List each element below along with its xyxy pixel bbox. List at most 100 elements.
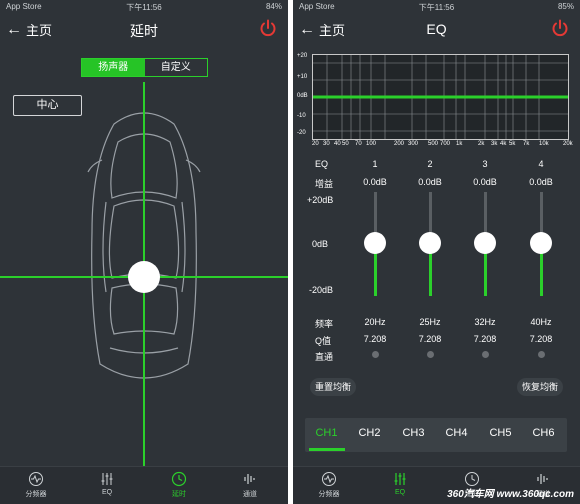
nav-bar: ← 主页 延时 bbox=[0, 16, 288, 44]
band-q[interactable]: 7.208 bbox=[355, 334, 395, 344]
eq-response-graph bbox=[312, 54, 569, 140]
power-icon[interactable] bbox=[258, 18, 278, 38]
gain-slider-thumb[interactable] bbox=[419, 232, 441, 254]
channel-tab-ch2[interactable]: CH2 bbox=[348, 427, 391, 439]
bypass-toggle[interactable] bbox=[427, 351, 434, 358]
tab-eq[interactable]: EQ bbox=[77, 471, 137, 496]
channel-tab-ch3[interactable]: CH3 bbox=[392, 427, 435, 439]
bypass-toggle[interactable] bbox=[482, 351, 489, 358]
gain-label: 增益 bbox=[315, 179, 334, 189]
zero-label: 0dB bbox=[312, 239, 329, 249]
band-number: 2 bbox=[427, 159, 433, 169]
battery-label: 84% bbox=[265, 2, 282, 11]
band-gain: 0.0dB bbox=[473, 177, 497, 187]
page-title: 延时 bbox=[130, 23, 158, 39]
graph-xlabel: 4k bbox=[500, 141, 507, 147]
eq-sliders-icon bbox=[101, 473, 113, 485]
graph-xlabel: 1k bbox=[456, 141, 463, 147]
band-q[interactable]: 7.208 bbox=[465, 334, 505, 344]
bypass-toggle[interactable] bbox=[372, 351, 379, 358]
tab-label: EQ bbox=[394, 489, 406, 496]
plus20-label: +20dB bbox=[307, 195, 334, 205]
clock-icon bbox=[171, 471, 187, 487]
graph-xlabel: 3k bbox=[491, 141, 498, 147]
bypass-toggle[interactable] bbox=[538, 351, 545, 358]
tab-label: 分频器 bbox=[318, 491, 340, 498]
graph-xlabel: 50 bbox=[342, 141, 349, 147]
tab-label: 通道 bbox=[243, 491, 257, 498]
bypass-label: 直通 bbox=[315, 352, 334, 362]
clock-label: 下午11:56 bbox=[418, 3, 455, 12]
eq-screen: App Store 下午11:56 85% ← 主页 EQ +20 +10 0d… bbox=[293, 0, 580, 504]
status-bar: App Store 下午11:56 85% bbox=[293, 0, 580, 14]
watermark: 360汽车网 www.360qc.com bbox=[447, 489, 574, 500]
waveform-circle-icon bbox=[29, 472, 43, 486]
gain-slider-thumb[interactable] bbox=[474, 232, 496, 254]
band-number: 1 bbox=[372, 159, 378, 169]
channel-tab-ch1[interactable]: CH1 bbox=[305, 427, 348, 439]
band-freq[interactable]: 25Hz bbox=[410, 317, 450, 327]
waveform-circle-icon bbox=[322, 472, 336, 486]
channel-tab-ch5[interactable]: CH5 bbox=[479, 427, 522, 439]
page-title: EQ bbox=[426, 21, 447, 37]
band-number: 4 bbox=[538, 159, 544, 169]
graph-xlabel: 20 bbox=[312, 141, 319, 147]
band-freq[interactable]: 32Hz bbox=[465, 317, 505, 327]
listening-position-handle[interactable] bbox=[128, 261, 160, 293]
nav-bar: ← 主页 EQ bbox=[293, 16, 580, 44]
band-gain: 0.0dB bbox=[363, 177, 387, 187]
audio-bars-icon bbox=[244, 474, 255, 484]
q-label: Q值 bbox=[315, 336, 332, 346]
band-gain: 0.0dB bbox=[418, 177, 442, 187]
eq-grid bbox=[313, 55, 568, 139]
graph-xlabel: 100 bbox=[366, 141, 377, 147]
graph-ylabel: +10 bbox=[297, 74, 308, 80]
graph-ylabel: -20 bbox=[297, 130, 306, 136]
reset-eq-button[interactable]: 重置均衡 bbox=[310, 378, 356, 396]
graph-xlabel: 40 bbox=[334, 141, 341, 147]
segment-speaker[interactable]: 扬声器 bbox=[82, 59, 145, 76]
band-q[interactable]: 7.208 bbox=[410, 334, 450, 344]
status-bar: App Store 下午11:56 84% bbox=[0, 0, 288, 14]
segment-custom[interactable]: 自定义 bbox=[145, 59, 208, 76]
graph-xlabel: 20k bbox=[563, 141, 573, 147]
band-q[interactable]: 7.208 bbox=[521, 334, 561, 344]
graph-ylabel: +20 bbox=[297, 53, 308, 59]
eq-label: EQ bbox=[315, 159, 329, 169]
graph-xlabel: 10k bbox=[539, 141, 549, 147]
channel-tab-ch4[interactable]: CH4 bbox=[435, 427, 478, 439]
battery-label: 85% bbox=[557, 2, 574, 11]
graph-xlabel: 300 bbox=[408, 141, 419, 147]
channel-tab-ch6[interactable]: CH6 bbox=[522, 427, 565, 439]
minus20-label: -20dB bbox=[309, 285, 334, 295]
band-gain: 0.0dB bbox=[529, 177, 553, 187]
tab-channel[interactable]: 通道 bbox=[220, 471, 280, 499]
gain-slider-thumb[interactable] bbox=[530, 232, 552, 254]
center-button[interactable]: 中心 bbox=[13, 95, 82, 116]
tab-delay[interactable]: 延时 bbox=[149, 471, 209, 499]
graph-xlabel: 2k bbox=[478, 141, 485, 147]
tab-label: 分频器 bbox=[25, 491, 47, 498]
channel-active-indicator bbox=[309, 448, 345, 451]
mode-segment: 扬声器 自定义 bbox=[81, 58, 208, 77]
tab-crossover[interactable]: 分频器 bbox=[6, 471, 66, 499]
channel-selector: CH1 CH2 CH3 CH4 CH5 CH6 bbox=[305, 418, 567, 452]
freq-label: 频率 bbox=[315, 319, 334, 329]
eq-sliders-icon bbox=[394, 473, 406, 485]
graph-xlabel: 500 bbox=[428, 141, 439, 147]
delay-screen: App Store 下午11:56 84% ← 主页 延时 扬声器 自定义 中心 bbox=[0, 0, 288, 504]
clock-label: 下午11:56 bbox=[126, 3, 162, 12]
graph-xlabel: 200 bbox=[394, 141, 405, 147]
tab-eq[interactable]: EQ bbox=[370, 471, 430, 496]
restore-eq-button[interactable]: 恢复均衡 bbox=[517, 378, 563, 396]
tab-label: EQ bbox=[101, 489, 113, 496]
band-freq[interactable]: 40Hz bbox=[521, 317, 561, 327]
gain-slider-thumb[interactable] bbox=[364, 232, 386, 254]
band-freq[interactable]: 20Hz bbox=[355, 317, 395, 327]
power-icon[interactable] bbox=[550, 18, 570, 38]
graph-xlabel: 30 bbox=[323, 141, 330, 147]
band-number: 3 bbox=[482, 159, 488, 169]
graph-ylabel: -10 bbox=[297, 113, 306, 119]
graph-ylabel: 0dB bbox=[297, 93, 308, 99]
tab-crossover[interactable]: 分频器 bbox=[299, 471, 359, 499]
